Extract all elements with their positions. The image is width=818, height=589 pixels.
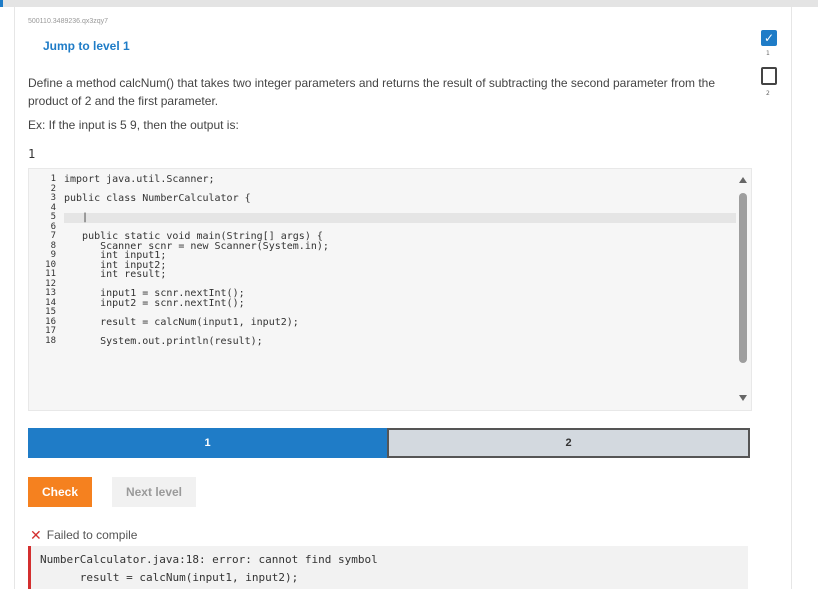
card-left-edge bbox=[14, 7, 15, 589]
code-text-area[interactable]: import java.util.Scanner; public class N… bbox=[64, 175, 736, 346]
top-accent bbox=[0, 0, 3, 7]
question-id: 500110.3489236.qx3zqy7 bbox=[28, 18, 109, 25]
code-line-active[interactable]: | bbox=[64, 213, 736, 223]
editor-scrollbar[interactable] bbox=[737, 173, 749, 405]
code-line: System.out.println(result); bbox=[64, 335, 263, 347]
scroll-down-icon[interactable] bbox=[739, 395, 747, 401]
code-line: input2 = scnr.nextInt(); bbox=[64, 297, 245, 309]
tool-number-1: 1 bbox=[766, 50, 770, 57]
compiler-error-output: NumberCalculator.java:18: error: cannot … bbox=[28, 546, 748, 589]
compile-status: ✕ Failed to compile bbox=[30, 528, 137, 542]
check-button[interactable]: Check bbox=[28, 477, 92, 507]
code-line: public class NumberCalculator { bbox=[64, 193, 251, 204]
empty-checkbox-icon[interactable] bbox=[761, 67, 777, 85]
example-text: Ex: If the input is 5 9, then the output… bbox=[28, 118, 239, 132]
jump-to-level-link[interactable]: Jump to level 1 bbox=[43, 39, 130, 53]
top-bar bbox=[0, 0, 818, 7]
code-line: import java.util.Scanner; bbox=[64, 174, 215, 185]
error-line: NumberCalculator.java:18: error: cannot … bbox=[40, 553, 378, 566]
error-line: result = calcNum(input1, input2); bbox=[40, 571, 299, 584]
prompt-text: Define a method calcNum() that takes two… bbox=[28, 76, 716, 108]
line-number-gutter: 1 2 3 4 5 6 7 8 9 10 11 12 13 14 15 16 1… bbox=[29, 174, 60, 346]
scroll-up-icon[interactable] bbox=[739, 177, 747, 183]
level-progress-bar: 1 2 bbox=[28, 428, 750, 458]
line-number: 18 bbox=[45, 335, 56, 346]
scroll-thumb[interactable] bbox=[739, 193, 747, 363]
error-x-icon: ✕ bbox=[30, 527, 42, 543]
code-line: result = calcNum(input1, input2); bbox=[64, 316, 299, 328]
tool-number-2: 2 bbox=[766, 90, 770, 97]
level-2-segment[interactable]: 2 bbox=[387, 428, 750, 458]
compile-status-text: Failed to compile bbox=[46, 528, 138, 542]
sample-output: 1 bbox=[28, 147, 36, 161]
next-level-button[interactable]: Next level bbox=[112, 477, 196, 507]
code-line: int result; bbox=[64, 269, 167, 280]
code-editor[interactable]: 1 2 3 4 5 6 7 8 9 10 11 12 13 14 15 16 1… bbox=[28, 168, 752, 411]
check-icon[interactable]: ✓ bbox=[761, 30, 777, 46]
level-1-segment[interactable]: 1 bbox=[28, 428, 387, 458]
card-right-edge bbox=[791, 7, 792, 589]
